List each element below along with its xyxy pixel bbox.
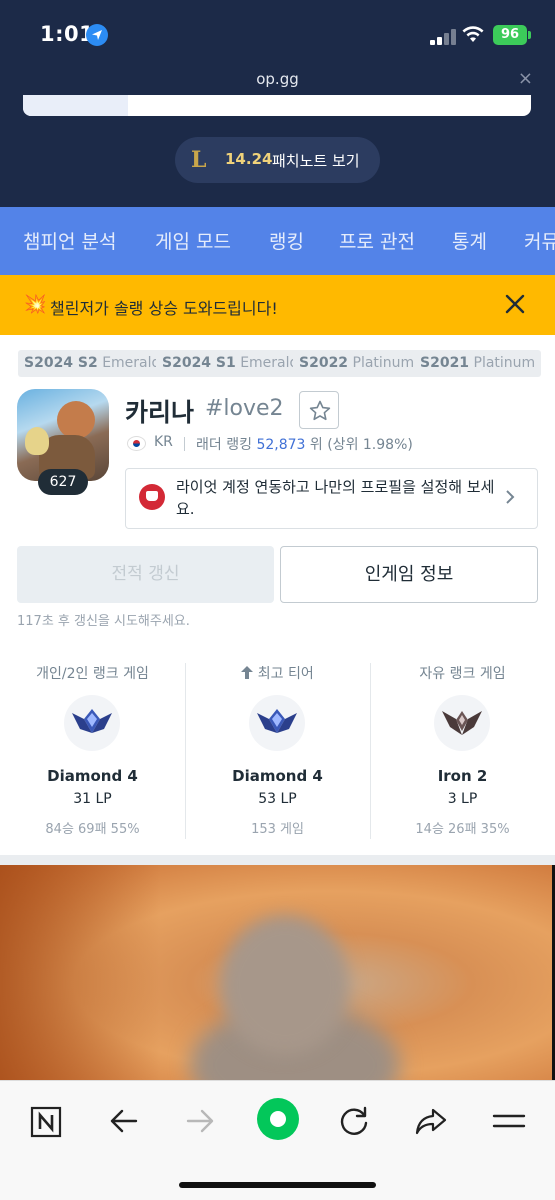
season-chip: S2024 S1 Emerald <box>156 350 305 377</box>
signal-icon <box>430 29 456 45</box>
battery-tip <box>528 31 531 39</box>
search-box[interactable] <box>23 95 531 116</box>
ingame-info-button[interactable]: 인게임 정보 <box>280 546 538 603</box>
rank-tier: Diamond 4 <box>232 767 323 785</box>
summoner-tag: #love2 <box>205 396 284 421</box>
naver-icon[interactable] <box>26 1101 66 1141</box>
patch-notes-button[interactable]: L 14.24 패치노트 보기 <box>175 137 380 183</box>
summoner-name: 카리나 <box>125 398 195 427</box>
rank-lp: 31 LP <box>73 791 112 807</box>
nav-item-ranking[interactable]: 랭킹 <box>269 227 304 254</box>
close-icon[interactable] <box>503 292 527 316</box>
forward-arrow-icon[interactable] <box>180 1101 220 1141</box>
korea-flag-icon <box>127 436 146 451</box>
chevron-right-icon <box>505 489 515 510</box>
promo-banner[interactable]: 💥 챌린저가 솔랭 상승 도와드립니다! <box>0 275 555 335</box>
summoner-level-badge: 627 <box>38 469 88 495</box>
back-arrow-icon[interactable] <box>104 1101 144 1141</box>
patch-version: 14.24 <box>225 150 273 168</box>
rank-tier: Diamond 4 <box>47 767 138 785</box>
rank-lp: 53 LP <box>258 791 297 807</box>
solo-rank-card[interactable]: 개인/2인 랭크 게임 Diamond 4 31 LP 84승 69패 55% <box>0 645 185 855</box>
collision-icon: 💥 <box>24 294 47 315</box>
share-icon[interactable] <box>411 1101 451 1141</box>
home-indicator <box>179 1182 376 1188</box>
rank-tier: Iron 2 <box>437 767 488 785</box>
star-icon <box>309 400 331 421</box>
riot-link-text: 라이엇 계정 연동하고 나만의 프로필을 설정해 보세요. <box>176 478 495 518</box>
rank-record: 84승 69패 55% <box>45 822 140 837</box>
browser-header: op.gg × L 14.24 패치노트 보기 <box>0 65 555 207</box>
region-label: KR <box>154 434 173 450</box>
rank-summary: 개인/2인 랭크 게임 Diamond 4 31 LP 84승 69패 55% … <box>0 645 555 855</box>
location-icon <box>86 24 108 46</box>
main-nav: 챔피언 분석 게임 모드 랭킹 프로 관전 통계 커뮤 <box>0 207 555 275</box>
wifi-icon <box>461 24 485 48</box>
update-record-button[interactable]: 전적 갱신 <box>17 546 274 603</box>
close-icon[interactable]: × <box>518 68 533 89</box>
riot-fist-icon <box>139 484 165 510</box>
battery-indicator: 96 <box>493 25 527 45</box>
diamond-emblem-icon <box>64 695 120 751</box>
flex-rank-card[interactable]: 자유 랭크 게임 Iron 2 3 LP 14승 26패 35% <box>370 645 555 855</box>
arrow-up-icon <box>241 666 254 679</box>
nav-item-community[interactable]: 커뮤 <box>524 227 555 254</box>
riot-account-link-card[interactable]: 라이엇 계정 연동하고 나만의 프로필을 설정해 보세요. <box>125 468 538 529</box>
diamond-emblem-icon <box>249 695 305 751</box>
section-divider <box>0 855 555 865</box>
rank-label: 자유 랭크 게임 <box>419 666 506 682</box>
home-dot-icon[interactable] <box>256 1097 300 1141</box>
profile-icon-avatar <box>17 389 109 481</box>
league-logo-icon: L <box>191 147 207 173</box>
rank-record: 153 게임 <box>251 822 304 837</box>
retry-hint: 117초 후 갱신을 시도해주세요. <box>17 614 190 629</box>
refresh-icon[interactable] <box>334 1101 374 1141</box>
rank-label: 개인/2인 랭크 게임 <box>36 666 149 682</box>
season-chip: S2022 Platinum <box>293 350 421 377</box>
season-chip: S2021 Platinum <box>414 350 542 377</box>
nav-item-champions[interactable]: 챔피언 분석 <box>23 227 116 254</box>
season-chip: S2024 S2 Emerald <box>18 350 167 377</box>
rank-label: 최고 티어 <box>185 663 370 683</box>
rank-record: 14승 26패 35% <box>415 822 510 837</box>
nav-item-pro-spectate[interactable]: 프로 관전 <box>339 227 415 254</box>
nav-item-game-modes[interactable]: 게임 모드 <box>155 227 231 254</box>
status-bar: 1:01 96 <box>0 0 555 65</box>
divider <box>184 437 185 451</box>
rank-lp: 3 LP <box>447 791 478 807</box>
favorite-button[interactable] <box>299 391 339 429</box>
blurred-photo-image[interactable] <box>0 865 552 1080</box>
banner-text: 챌린저가 솔랭 상승 도와드립니다! <box>50 299 278 318</box>
url-text[interactable]: op.gg <box>0 70 555 88</box>
peak-rank-card[interactable]: 최고 티어 Diamond 4 53 LP 153 게임 <box>185 645 370 855</box>
menu-icon[interactable] <box>489 1101 529 1141</box>
ladder-rank-number[interactable]: 52,873 <box>256 437 305 453</box>
ladder-rank: 래더 랭킹 52,873 위 (상위 1.98%) <box>196 437 413 453</box>
nav-item-stats[interactable]: 통계 <box>452 227 487 254</box>
patch-notes-label: 패치노트 보기 <box>272 152 360 170</box>
iron-emblem-icon <box>434 695 490 751</box>
